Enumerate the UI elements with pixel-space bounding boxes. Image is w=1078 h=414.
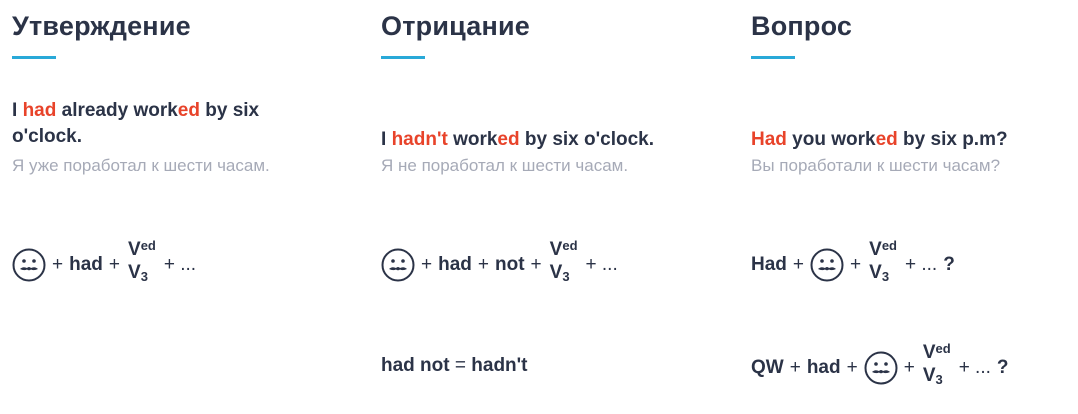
example-highlight-ending: ed	[177, 100, 200, 121]
column-question: Вопрос Had you worked by six p.m? Вы пор…	[751, 0, 1078, 414]
verb-form: Ved V3	[549, 238, 578, 285]
example-highlight-auxiliary: Had	[751, 129, 787, 150]
verb-letter: V	[128, 239, 141, 260]
formula-question: Had + + Ved V3 + ... ?	[751, 235, 955, 295]
plus-ellipsis: + ...	[958, 357, 991, 378]
example-highlight-ending: ed	[875, 129, 898, 150]
heading-underline	[751, 56, 795, 59]
formula-word: QW	[751, 357, 784, 378]
note-short-form: hadn't	[471, 355, 528, 376]
plus-sign: +	[108, 254, 120, 275]
formula-word: had	[806, 357, 841, 378]
formula-affirmative: + had + Ved V3 + ...	[12, 235, 202, 295]
verb-form: Ved V3	[922, 341, 951, 388]
heading-affirmative: Утверждение	[12, 11, 191, 41]
verb-three-suffix: 3	[562, 269, 570, 284]
plus-ellipsis: + ...	[163, 254, 197, 275]
formula-word: had	[69, 254, 103, 275]
verb-three-suffix: 3	[935, 372, 943, 387]
plus-sign: +	[477, 254, 489, 275]
formula-word: not	[495, 254, 525, 275]
verb-ed-suffix: ed	[140, 238, 156, 253]
verb-form: Ved V3	[128, 238, 156, 285]
example-translation: Я не поработал к шести часам.	[381, 156, 629, 175]
example-part: you work	[786, 129, 876, 150]
example-translation: Вы поработали к шести часам?	[751, 156, 1001, 175]
equals-sign: =	[454, 355, 466, 376]
formula-wh-question: QW + had + + Ved V3 + ... ?	[751, 338, 1009, 398]
verb-letter: V	[869, 262, 882, 283]
plus-sign: +	[421, 254, 433, 275]
verb-three-suffix: 3	[140, 269, 148, 284]
verb-form: Ved V3	[869, 238, 897, 285]
heading-question: Вопрос	[751, 11, 853, 41]
example-translation: Я уже поработал к шести часам.	[12, 156, 270, 175]
example-part: by six o'clock.	[519, 129, 655, 150]
mustache-face-icon	[12, 248, 46, 282]
heading-underline	[12, 56, 56, 59]
verb-letter: V	[549, 262, 563, 283]
plus-sign: +	[846, 357, 858, 378]
plus-ellipsis: + ...	[585, 254, 618, 275]
mustache-face-icon	[864, 351, 898, 385]
verb-ed-suffix: ed	[562, 238, 578, 253]
example-part: work	[447, 129, 498, 150]
question-mark: ?	[996, 357, 1009, 378]
example-highlight-auxiliary: hadn't	[391, 129, 448, 150]
example-part: already work	[56, 100, 178, 121]
verb-three-suffix: 3	[881, 269, 890, 284]
formula-word: had	[438, 254, 472, 275]
example-sentence: Had you worked by six p.m?	[751, 127, 1008, 153]
mustache-face-icon	[810, 248, 844, 282]
plus-ellipsis: + ...	[904, 254, 938, 275]
plus-sign: +	[530, 254, 542, 275]
plus-sign: +	[792, 254, 805, 275]
example-sentence: I hadn't worked by six o'clock.	[381, 127, 654, 153]
example-part: by six p.m?	[897, 129, 1008, 150]
plus-sign: +	[850, 254, 862, 275]
question-mark: ?	[943, 254, 955, 275]
column-negative: Отрицание I hadn't worked by six o'clock…	[381, 0, 721, 414]
column-affirmative: Утверждение I had already worked by six …	[12, 0, 352, 414]
note-full-form: had not	[381, 355, 450, 376]
verb-letter: V	[922, 365, 936, 386]
example-sentence: I had already worked by six o'clock.	[12, 98, 312, 150]
formula-word: Had	[751, 254, 787, 275]
example-highlight-ending: ed	[497, 129, 520, 150]
verb-letter: V	[128, 262, 141, 283]
formula-negative: + had + not + Ved V3 + ...	[381, 235, 624, 295]
verb-letter: V	[549, 239, 563, 260]
mustache-face-icon	[381, 248, 415, 282]
verb-letter: V	[922, 342, 936, 363]
plus-sign: +	[52, 254, 64, 275]
contraction-note: had not = hadn't	[381, 355, 528, 377]
verb-ed-suffix: ed	[935, 341, 951, 356]
heading-underline	[381, 56, 425, 59]
example-part: I	[381, 129, 392, 150]
verb-letter: V	[869, 239, 882, 260]
verb-ed-suffix: ed	[881, 238, 897, 253]
example-part: I	[12, 100, 23, 121]
plus-sign: +	[789, 357, 801, 378]
heading-negative: Отрицание	[381, 11, 530, 41]
plus-sign: +	[903, 357, 915, 378]
example-highlight-auxiliary: had	[22, 100, 57, 121]
